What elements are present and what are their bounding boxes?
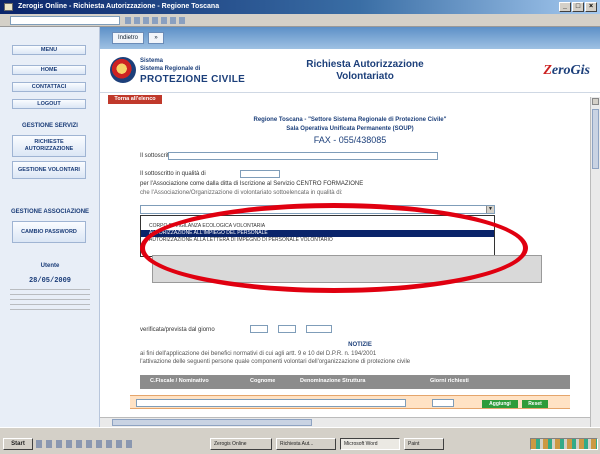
sidebar-menu-button[interactable]: MENU xyxy=(12,45,86,55)
protezione-civile-logo xyxy=(110,57,136,83)
org-line-1: Sistema xyxy=(140,58,164,64)
toolbar-icons[interactable] xyxy=(125,17,185,24)
column-header: Denominazione Struttura xyxy=(300,378,366,384)
org-line-3: PROTEZIONE CIVILE xyxy=(140,74,246,85)
column-header: Giorni richiesti xyxy=(430,378,469,384)
sidebar-item-password[interactable]: CAMBIO PASSWORD xyxy=(12,221,86,243)
main-content: Indietro » Sistema Sistema Regionale di … xyxy=(100,27,600,427)
system-tray[interactable] xyxy=(530,438,598,450)
window-titlebar: Zerogis Online - Richiesta Autorizzazion… xyxy=(0,0,600,14)
page-header: Sistema Sistema Regionale di PROTEZIONE … xyxy=(100,49,600,93)
field2-label: Il sottoscritto in qualità di xyxy=(140,171,206,177)
start-button[interactable]: Start xyxy=(3,438,33,450)
scroll-up-arrow[interactable] xyxy=(592,98,599,105)
days-input[interactable] xyxy=(432,399,454,407)
sidebar-user-label: Utente xyxy=(40,263,60,269)
add-button[interactable]: Aggiungi xyxy=(482,400,518,408)
hscroll-thumb[interactable] xyxy=(112,419,312,426)
sidebar: MENU HOME CONTATTACI LOGOUT GESTIONE SER… xyxy=(0,27,100,427)
notice-line-2: l'attivazione delle seguenti persone qua… xyxy=(140,359,411,365)
taskbar-item[interactable]: Paint xyxy=(404,438,444,450)
sidebar-user-info xyxy=(10,289,90,311)
sidebar-home-button[interactable]: HOME xyxy=(12,65,86,75)
period-label: verificata/prevista dal giorno xyxy=(140,327,215,333)
form-line-1: per l'Associazione come dalla ditta di I… xyxy=(140,181,364,187)
column-header: Cognome xyxy=(250,378,276,384)
horizontal-scrollbar[interactable] xyxy=(100,417,590,427)
taskbar-item[interactable]: Richiesta Aut... xyxy=(276,438,336,450)
fax-number: FAX - 055/438085 xyxy=(313,135,387,145)
sidebar-section-services: GESTIONE SERVIZI xyxy=(22,123,78,129)
taskbar-item-active[interactable]: Microsoft Word xyxy=(340,438,400,450)
table-row: Aggiungi Reset xyxy=(130,395,570,409)
sidebar-logout-button[interactable]: LOGOUT xyxy=(12,99,86,109)
back-to-list-tab[interactable]: Torna all'elenco xyxy=(108,95,162,104)
forward-button[interactable]: » xyxy=(148,32,164,44)
chevron-down-icon[interactable]: ▼ xyxy=(486,206,494,213)
declarant-input[interactable] xyxy=(168,152,438,160)
maximize-button[interactable]: □ xyxy=(572,2,584,12)
role-select[interactable] xyxy=(240,170,280,178)
reset-button[interactable]: Reset xyxy=(522,400,548,408)
window-controls: _ □ × xyxy=(559,2,597,12)
form-heading-2: Sala Operativa Unificata Permanente (SOU… xyxy=(286,126,414,132)
red-highlight-ellipse xyxy=(140,203,528,293)
taskbar-item[interactable]: Zerogis Online xyxy=(210,438,272,450)
column-header: C.Fiscale / Nominativo xyxy=(150,378,209,384)
form-line-2: che l'Associazione/Organizzazione di vol… xyxy=(140,190,343,196)
org-line-2: Sistema Regionale di xyxy=(140,66,201,72)
day-input[interactable] xyxy=(250,325,268,333)
back-button[interactable]: Indietro xyxy=(112,32,144,44)
form-heading-1: Regione Toscana - "Settore Sistema Regio… xyxy=(253,117,447,123)
person-select[interactable] xyxy=(136,399,406,407)
month-input[interactable] xyxy=(278,325,296,333)
scroll-thumb[interactable] xyxy=(592,109,599,169)
sidebar-item-volunteers[interactable]: GESTIONE VOLONTARI xyxy=(12,161,86,179)
table-header: C.Fiscale / Nominativo Cognome Denominaz… xyxy=(140,375,570,389)
minimize-button[interactable]: _ xyxy=(559,2,571,12)
notice-line-1: ai fini dell'applicazione dei benefici n… xyxy=(140,351,377,357)
sidebar-section-association: GESTIONE ASSOCIAZIONE xyxy=(10,209,90,215)
browser-icon xyxy=(4,3,13,11)
top-navigation: Indietro » xyxy=(100,27,600,49)
address-field[interactable] xyxy=(10,16,120,25)
sidebar-item-requests[interactable]: RICHIESTE AUTORIZZAZIONE xyxy=(12,135,86,157)
sidebar-date: 28/05/2009 xyxy=(28,277,71,285)
sidebar-contact-button[interactable]: CONTATTACI xyxy=(12,82,86,92)
notice-title: NOTIZIE xyxy=(348,342,372,348)
quick-launch-icons[interactable] xyxy=(36,440,136,448)
close-button[interactable]: × xyxy=(585,2,597,12)
browser-toolbar xyxy=(0,14,600,27)
vertical-scrollbar[interactable] xyxy=(590,97,600,427)
taskbar: Start Zerogis Online Richiesta Aut... Mi… xyxy=(0,427,600,454)
year-input[interactable] xyxy=(306,325,332,333)
zerogis-logo: ZeroGis xyxy=(543,63,590,78)
page-title: Richiesta Autorizzazione Volontariato xyxy=(306,59,424,82)
window-title: Zerogis Online - Richiesta Autorizzazion… xyxy=(18,3,220,10)
